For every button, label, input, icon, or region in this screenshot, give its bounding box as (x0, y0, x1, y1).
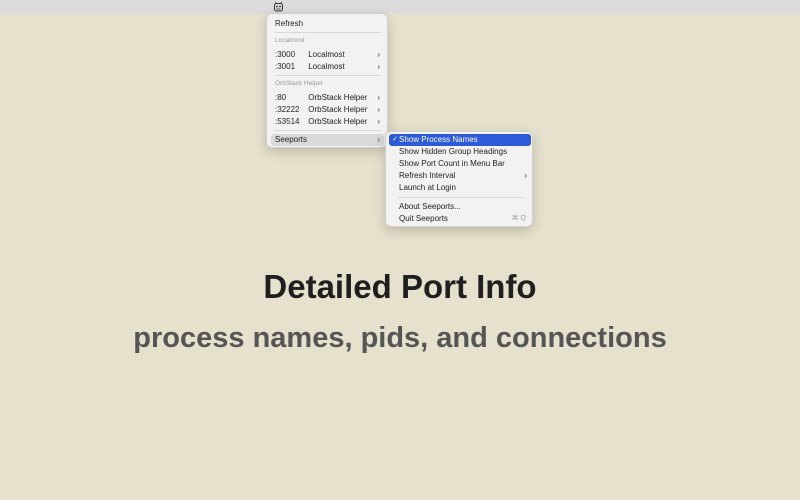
process-name: Localmost (308, 50, 345, 59)
about-item[interactable]: About Seeports... (389, 201, 531, 212)
chevron-right-icon: › (524, 171, 527, 180)
launch-at-login-label: Launch at Login (399, 183, 456, 192)
separator (398, 197, 523, 198)
show-hidden-group-headings-label: Show Hidden Group Headings (399, 147, 508, 156)
seeports-submenu-item[interactable]: Seeports › (271, 134, 384, 146)
checkmark-icon: ✓ (392, 136, 398, 143)
quit-shortcut: ⌘ Q (511, 215, 526, 222)
port-item-53514[interactable]: :53514 OrbStack Helper › (271, 116, 384, 127)
port-item-80[interactable]: :80 OrbStack Helper › (271, 92, 384, 103)
process-name: OrbStack Helper (308, 93, 368, 102)
show-port-count-item[interactable]: Show Port Count in Menu Bar (389, 158, 531, 169)
seeports-submenu: ✓ Show Process Names Show Hidden Group H… (385, 131, 533, 227)
process-name: OrbStack Helper (308, 117, 368, 126)
chevron-right-icon: › (377, 93, 380, 102)
refresh-label: Refresh (275, 19, 304, 28)
chevron-right-icon: › (377, 62, 380, 71)
seeports-app-icon[interactable] (273, 1, 284, 12)
chevron-right-icon: › (377, 105, 380, 114)
refresh-menu-item[interactable]: Refresh (271, 18, 384, 29)
chevron-right-icon: › (377, 135, 380, 144)
quit-label: Quit Seeports (399, 214, 448, 223)
headline: Detailed Port Info (263, 268, 537, 305)
show-process-names-item[interactable]: ✓ Show Process Names (389, 134, 531, 146)
port-number: :3000 (275, 50, 296, 59)
refresh-interval-item[interactable]: Refresh Interval › (389, 170, 531, 181)
separator (275, 32, 381, 33)
ports-menu: Refresh Localmost :3000 Localmost › :300… (266, 13, 388, 148)
show-port-count-label: Show Port Count in Menu Bar (399, 159, 505, 168)
port-number: :32222 (275, 105, 300, 114)
separator (275, 75, 381, 76)
show-process-names-label: Show Process Names (399, 135, 478, 144)
process-name: Localmost (308, 62, 345, 71)
menu-bar (0, 0, 800, 14)
port-item-3000[interactable]: :3000 Localmost › (271, 49, 384, 60)
port-number: :80 (275, 93, 287, 102)
port-number: :53514 (275, 117, 300, 126)
launch-at-login-item[interactable]: Launch at Login (389, 182, 531, 193)
group-heading-orbstack: OrbStack Helper (275, 80, 324, 87)
refresh-interval-label: Refresh Interval (399, 171, 456, 180)
show-hidden-group-headings-item[interactable]: Show Hidden Group Headings (389, 146, 531, 157)
seeports-label: Seeports (275, 135, 308, 144)
chevron-right-icon: › (377, 50, 380, 59)
port-number: :3001 (275, 62, 296, 71)
chevron-right-icon: › (377, 117, 380, 126)
group-heading-localmost: Localmost (275, 37, 305, 44)
separator (275, 130, 381, 131)
port-item-3001[interactable]: :3001 Localmost › (271, 61, 384, 72)
port-item-32222[interactable]: :32222 OrbStack Helper › (271, 104, 384, 115)
about-label: About Seeports... (399, 202, 461, 211)
process-name: OrbStack Helper (308, 105, 368, 114)
quit-item[interactable]: Quit Seeports ⌘ Q (389, 213, 531, 224)
subheadline: process names, pids, and connections (133, 322, 667, 354)
